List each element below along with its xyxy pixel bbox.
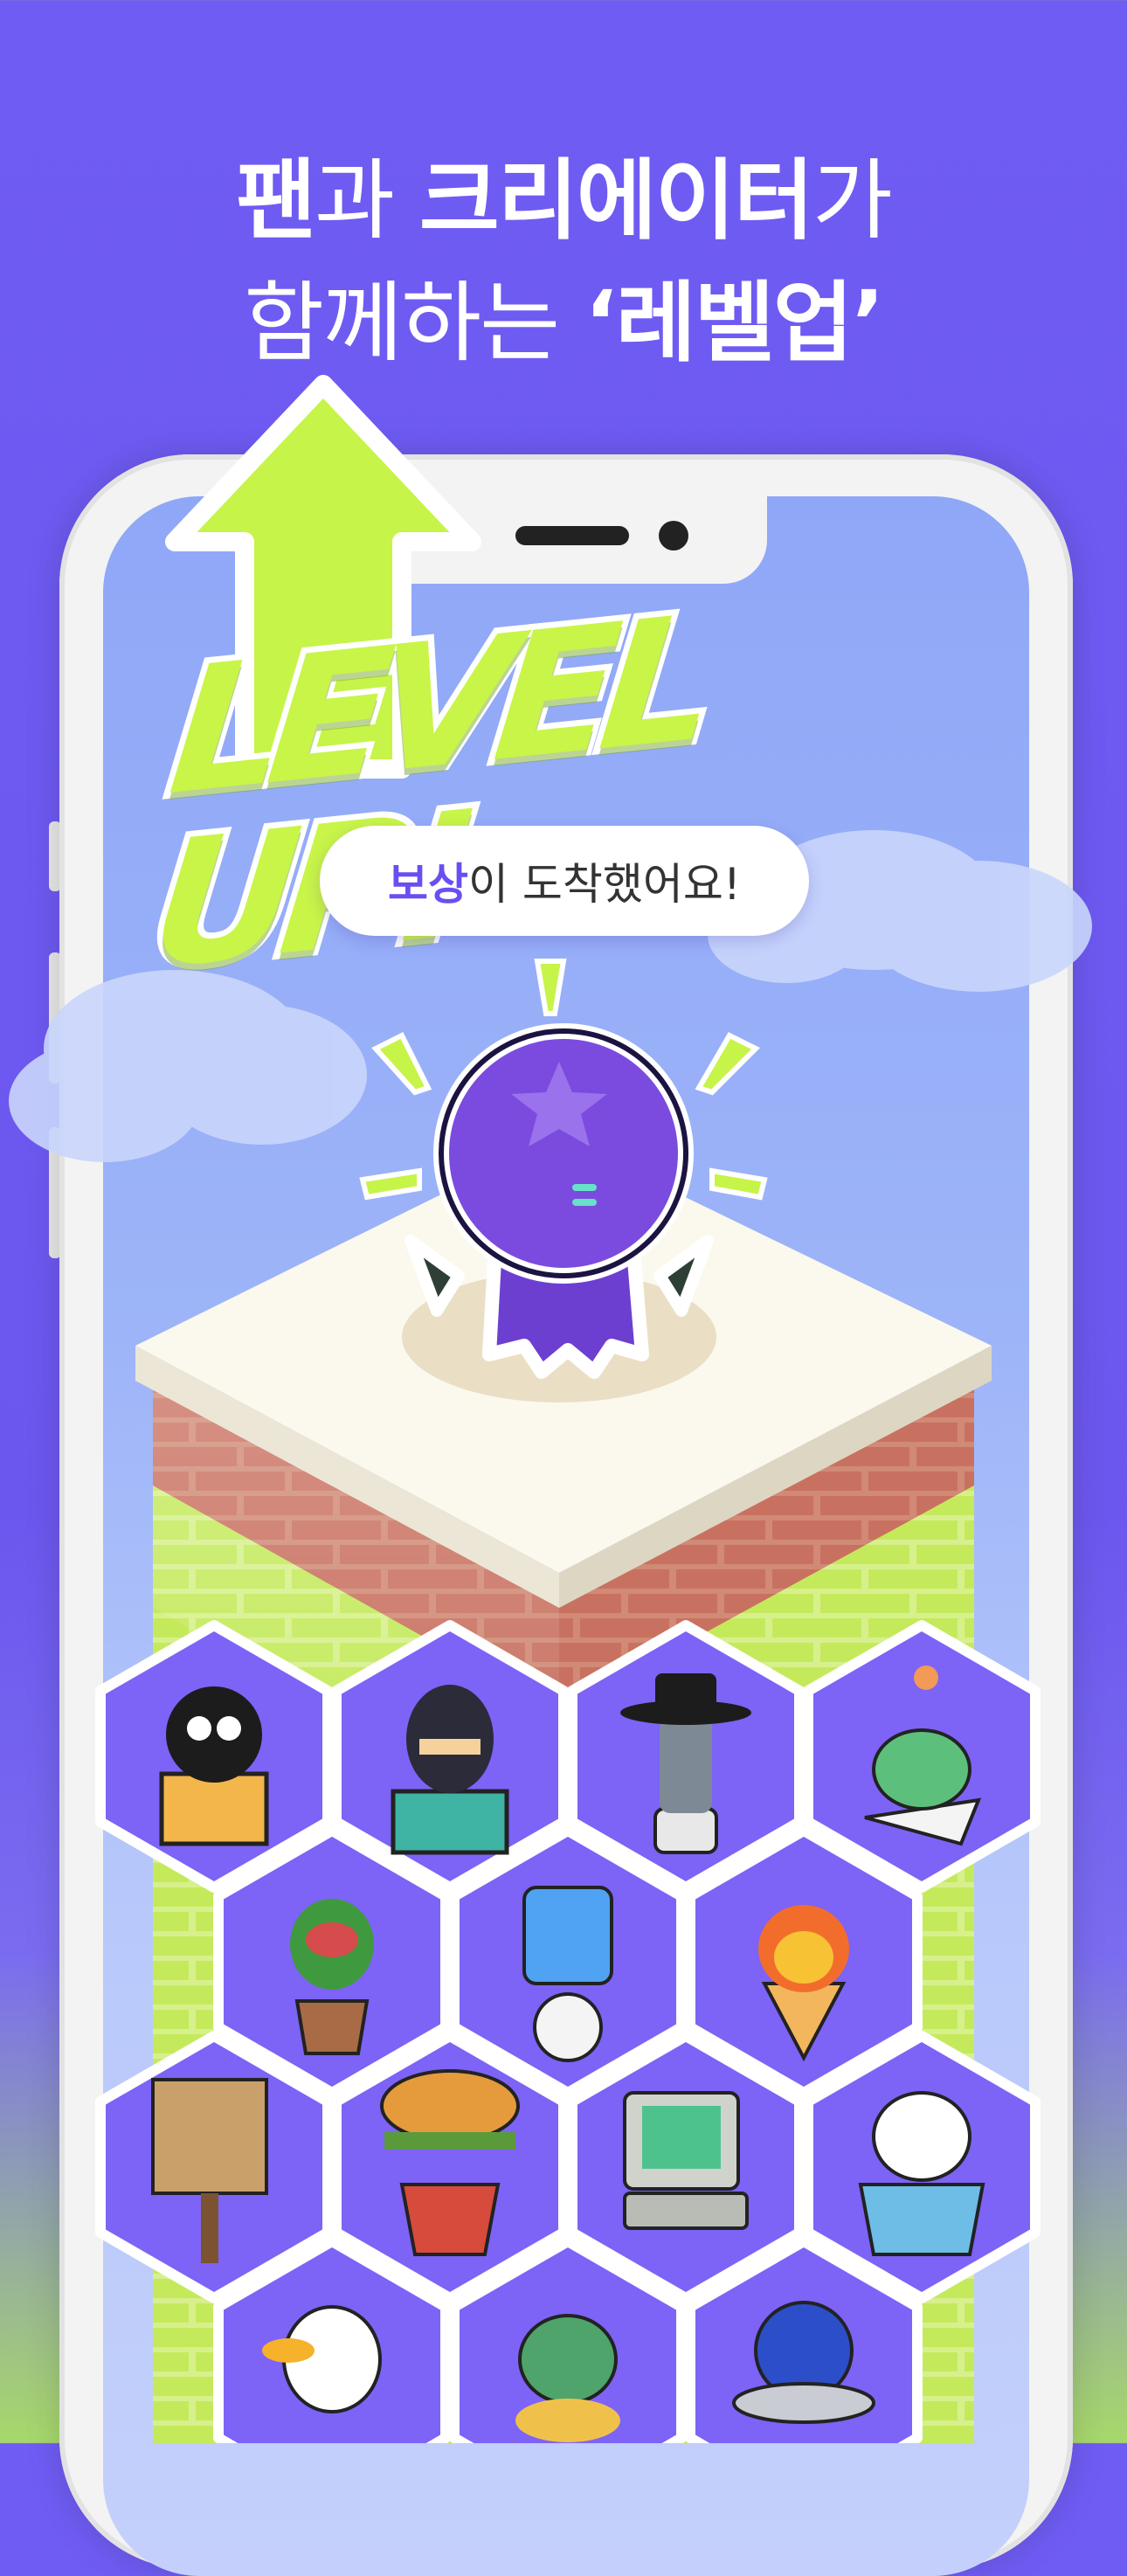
headline-word-ga: 가 (812, 149, 893, 252)
headline-word-fans: 팬 (236, 149, 316, 252)
reward-text: 이 도착했어요! (468, 859, 741, 910)
headline-word-and: 과 (315, 149, 419, 252)
headline-word-creator: 크리에이터 (418, 149, 814, 252)
headline-word-levelup: ‘레벨업’ (584, 272, 885, 374)
headline-word-together: 함께하는 (244, 272, 584, 374)
headline-line-1: 팬과 크리에이터가 (0, 140, 1127, 262)
phone-notch (365, 496, 767, 584)
speaker-icon (515, 526, 629, 545)
reward-highlight: 보상 (388, 859, 469, 910)
headline: 팬과 크리에이터가 함께하는 ‘레벨업’ (0, 140, 1127, 384)
reward-message-pill: 보상 이 도착했어요! (320, 826, 809, 936)
camera-icon (659, 521, 688, 551)
headline-line-2: 함께하는 ‘레벨업’ (0, 262, 1127, 384)
